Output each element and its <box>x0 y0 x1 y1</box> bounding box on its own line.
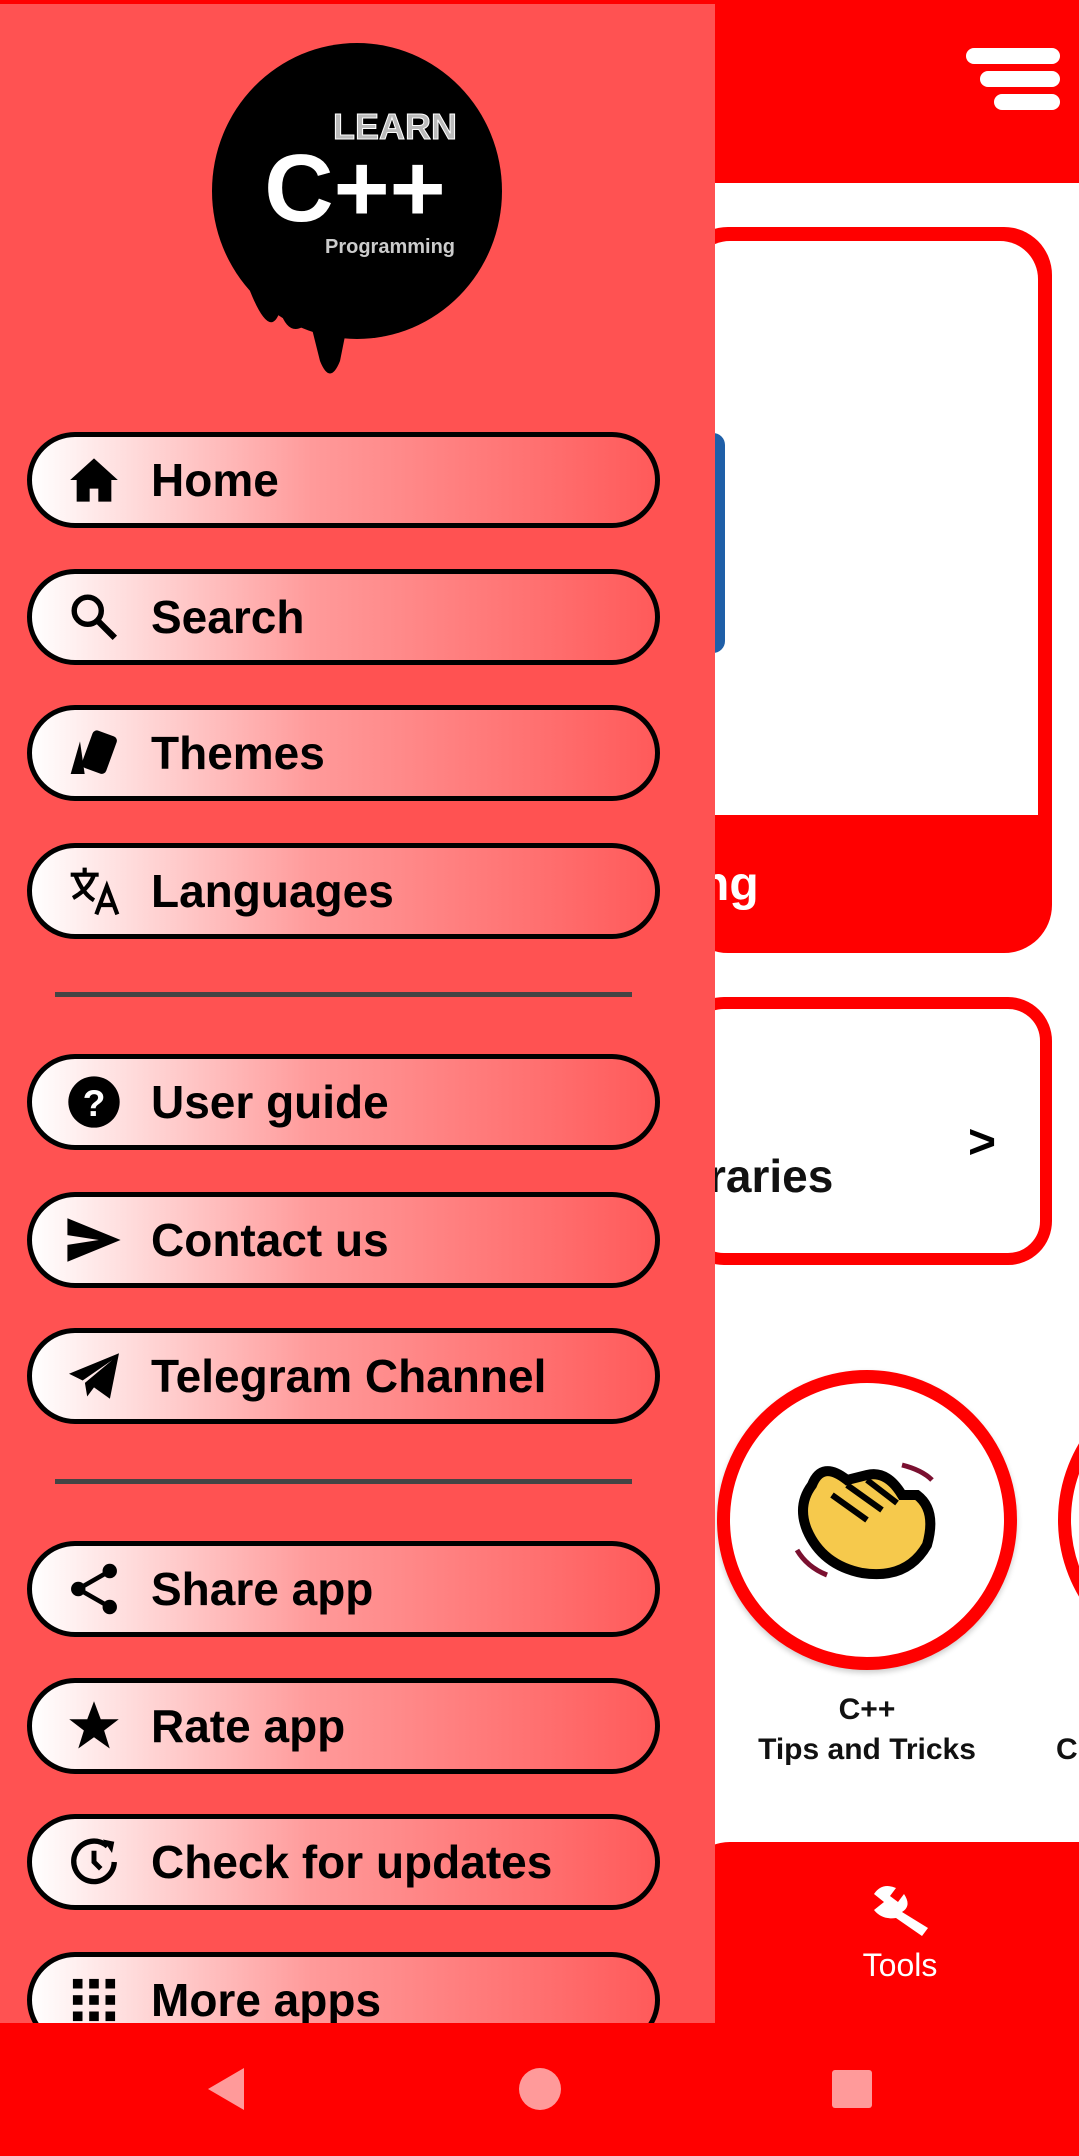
drawer-item-label: Languages <box>151 865 394 917</box>
drawer-item-label: User guide <box>151 1076 389 1128</box>
drawer-item-telegram-channel[interactable]: Telegram Channel <box>27 1328 660 1424</box>
themes-icon <box>62 721 126 785</box>
drawer-item-contact-us[interactable]: Contact us <box>27 1192 660 1288</box>
translate-icon <box>62 859 126 923</box>
drawer-item-themes[interactable]: Themes <box>27 705 660 801</box>
drawer-item-label: Check for updates <box>151 1836 553 1888</box>
help-icon: ? <box>62 1070 126 1134</box>
wrench-icon <box>874 1886 928 1936</box>
svg-text:C++: C++ <box>264 135 445 242</box>
tips-label-line1: C++ <box>838 1693 896 1726</box>
drawer-item-languages[interactable]: Languages <box>27 843 660 939</box>
featured-card-image <box>692 241 1038 815</box>
send-icon <box>62 1208 126 1272</box>
search-icon <box>62 585 126 649</box>
drawer-item-label: Share app <box>151 1563 374 1615</box>
chevron-right-icon: > <box>967 1116 996 1169</box>
featured-card[interactable]: ng <box>680 227 1052 953</box>
drawer-item-rate-app[interactable]: Rate app <box>27 1678 660 1774</box>
drawer-item-label: Search <box>151 591 305 643</box>
drawer-item-label: Telegram Channel <box>151 1350 547 1402</box>
learn-cpp-logo: LEARN C++ Programming <box>210 41 510 381</box>
libraries-card[interactable]: raries > <box>680 997 1052 1265</box>
next-category-label: C <box>1056 1733 1078 1766</box>
recents-icon[interactable] <box>830 2066 874 2117</box>
drawer-item-check-for-updates[interactable]: Check for updates <box>27 1814 660 1910</box>
drawer-item-label: Home <box>151 454 279 506</box>
tab-tools[interactable]: Tools <box>820 1880 980 1984</box>
drawer-item-home[interactable]: Home <box>27 432 660 528</box>
telegram-icon <box>62 1344 126 1408</box>
drawer-item-share-app[interactable]: Share app <box>27 1541 660 1637</box>
share-icon <box>62 1557 126 1621</box>
tab-tools-label: Tools <box>862 1947 938 1983</box>
svg-text:Programming: Programming <box>325 236 455 258</box>
svg-text:?: ? <box>83 1082 106 1124</box>
drawer-item-user-guide[interactable]: ? User guide <box>27 1054 660 1150</box>
drawer-item-label: Themes <box>151 727 325 779</box>
waving-hand-icon <box>794 1462 936 1580</box>
next-category-button[interactable] <box>1058 1370 1079 1670</box>
drawer-item-label: More apps <box>151 1974 382 2026</box>
back-icon[interactable] <box>204 2066 248 2117</box>
drawer-item-label: Rate app <box>151 1700 346 1752</box>
drawer-divider <box>55 992 632 997</box>
update-icon <box>62 1830 126 1894</box>
sort-menu-icon[interactable] <box>966 44 1060 114</box>
home-icon <box>62 448 126 512</box>
drawer-item-search[interactable]: Search <box>27 569 660 665</box>
tips-label-line2: Tips and Tricks <box>758 1733 976 1766</box>
tips-and-tricks-button[interactable] <box>717 1370 1017 1670</box>
star-icon <box>62 1694 126 1758</box>
tips-and-tricks-label: C++ Tips and Tricks <box>717 1690 1017 1770</box>
home-nav-icon[interactable] <box>518 2066 562 2117</box>
drawer-item-label: Contact us <box>151 1214 389 1266</box>
drawer-divider <box>55 1479 632 1484</box>
